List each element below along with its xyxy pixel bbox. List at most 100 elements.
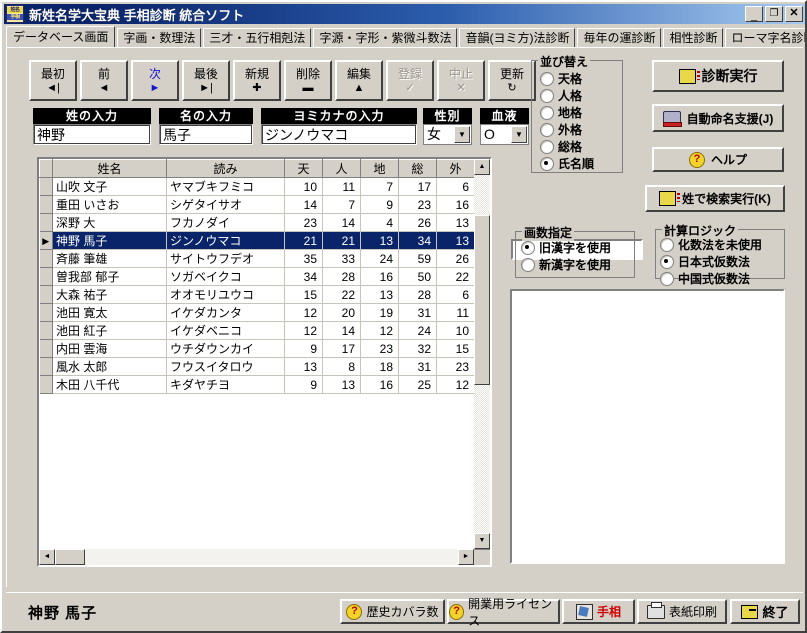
cell-ten: 10	[284, 177, 323, 196]
table-row[interactable]: 曽我部 郁子 ソガベイクコ 34 28 16 50 22	[39, 267, 475, 286]
row-marker[interactable]	[39, 303, 53, 322]
tab-yearly-fortune[interactable]: 毎年の運診断	[577, 28, 662, 47]
grid-vertical-scrollbar[interactable]: ▲ ▼	[474, 159, 490, 565]
row-marker[interactable]	[39, 285, 53, 304]
row-marker[interactable]	[39, 195, 53, 214]
tab-compatibility[interactable]: 相性診断	[663, 28, 724, 47]
nav-refresh-button[interactable]: 更新 ↻	[488, 60, 536, 101]
nav-last-button[interactable]: 最後 ►|	[182, 60, 230, 101]
row-marker[interactable]	[39, 213, 53, 232]
minimize-button[interactable]: _	[745, 6, 763, 22]
table-row[interactable]: 木田 八千代 キダヤチヨ 9 13 16 25 12	[39, 375, 475, 394]
tab-database[interactable]: データベース画面	[6, 26, 116, 47]
row-marker[interactable]: ▶	[39, 231, 53, 250]
logic-option-japanese[interactable]: 日本式仮数法	[660, 253, 784, 270]
diagnose-button[interactable]: 診断実行	[652, 60, 784, 92]
table-row[interactable]: 斉藤 筆雄 サイトウフデオ 35 33 24 59 26	[39, 249, 475, 268]
table-row[interactable]: 内田 雲海 ウチダウンカイ 9 17 23 32 15	[39, 339, 475, 358]
cell-jin: 33	[322, 249, 361, 268]
cell-gai: 12	[436, 375, 475, 394]
table-row[interactable]: 深野 大フカノダイ 23 14 4 26 13	[39, 213, 475, 232]
auto-naming-button[interactable]: 自動命名支援(J)	[652, 104, 784, 132]
nav-edit-button[interactable]: 編集 ▲	[335, 60, 383, 101]
stroke-option-old[interactable]: 旧漢字を使用	[521, 239, 634, 256]
row-marker[interactable]	[39, 375, 53, 394]
status-bar: 神野 馬子 ? 歴史カバラ数 ? 開業用ライセンス 手相 表紙印刷 終了	[6, 592, 803, 629]
sort-option-label: 総格	[558, 140, 583, 154]
scroll-left-button[interactable]: ◄	[39, 549, 55, 565]
row-marker[interactable]	[39, 249, 53, 268]
column-header-chi[interactable]: 地	[360, 159, 399, 178]
scroll-right-button[interactable]: ►	[458, 549, 474, 565]
table-row[interactable]: 池田 寛太 イケダカンタ 12 20 19 31 11	[39, 303, 475, 322]
records-grid[interactable]: 姓名 読み 天 人 地 総 外 山吹 文子 ヤマブキフミコ 10 11 7 17 6 重田 い…	[37, 157, 492, 567]
column-header-yomi[interactable]: 読み	[166, 159, 285, 178]
column-header-ten[interactable]: 天	[284, 159, 323, 178]
hscroll-thumb[interactable]	[55, 549, 85, 565]
yomikana-input[interactable]: ジンノウマコ	[261, 124, 417, 145]
surname-input[interactable]: 神野	[33, 124, 151, 145]
nav-delete-button[interactable]: 削除 ▬	[284, 60, 332, 101]
nav-new-button[interactable]: 新規 ✚	[233, 60, 281, 101]
palm-reading-button[interactable]: 手相	[562, 599, 635, 624]
radio-icon	[540, 71, 554, 86]
nav-first-button[interactable]: 最初 ◄|	[29, 60, 77, 101]
row-marker[interactable]	[39, 177, 53, 196]
chevron-down-icon[interactable]: ▼	[511, 126, 527, 143]
tab-strokes-math[interactable]: 字画・数理法	[117, 28, 202, 47]
givenname-input[interactable]: 馬子	[159, 124, 253, 145]
tab-sansai-gogyo[interactable]: 三才・五行相剋法	[203, 28, 312, 47]
sort-option-jin[interactable]: 人格	[540, 87, 622, 104]
exit-button[interactable]: 終了	[730, 599, 800, 624]
close-button[interactable]: ✕	[785, 6, 803, 22]
search-by-surname-button[interactable]: 姓で検索実行(K)	[645, 185, 785, 212]
nav-prev-button[interactable]: 前 ◄	[80, 60, 128, 101]
sort-option-chi[interactable]: 地格	[540, 104, 622, 121]
tab-jigen-jikei[interactable]: 字源・字形・紫微斗数法	[313, 28, 458, 47]
sort-option-gai[interactable]: 外格	[540, 121, 622, 138]
help-button[interactable]: ? ヘルプ	[652, 147, 784, 172]
row-marker[interactable]	[39, 357, 53, 376]
chevron-down-icon[interactable]: ▼	[454, 126, 470, 143]
sort-option-ten[interactable]: 天格	[540, 70, 622, 87]
tab-onin[interactable]: 音韻(ヨミ方)法診断	[459, 28, 576, 47]
column-header-jin[interactable]: 人	[322, 159, 361, 178]
cell-sou: 31	[398, 303, 437, 322]
table-row[interactable]: 風水 太郎 フウスイタロウ 13 8 18 31 23	[39, 357, 475, 376]
cover-print-button[interactable]: 表紙印刷	[637, 599, 727, 624]
kabbalah-history-button[interactable]: ? 歴史カバラ数	[340, 599, 445, 624]
sort-option-name-order[interactable]: 氏名順	[540, 155, 622, 172]
column-header-sou[interactable]: 総	[398, 159, 437, 178]
client-area: 最初 ◄| 前 ◄ 次 ► 最後 ►| 新規 ✚ 削除 ▬ 編集 ▲ 登録 ✓ …	[6, 47, 803, 587]
givenname-field-group: 名の入力 馬子	[159, 108, 253, 145]
table-row[interactable]: 池田 紅子 イケダベニコ 12 14 12 24 10	[39, 321, 475, 340]
radio-icon	[540, 122, 554, 137]
tab-romaji[interactable]: ローマ字名診断	[725, 28, 805, 47]
scroll-down-button[interactable]: ▼	[474, 533, 490, 549]
table-row[interactable]: ▶ 神野 馬子 ジンノウマコ 21 21 13 34 13	[39, 231, 475, 250]
blood-select[interactable]: O ▼	[480, 124, 529, 145]
table-row[interactable]: 重田 いさお シゲタイサオ 14 7 9 23 16	[39, 195, 475, 214]
hscroll-track[interactable]	[55, 549, 458, 565]
row-marker[interactable]	[39, 339, 53, 358]
business-license-label: 開業用ライセンス	[468, 596, 553, 628]
column-header-gai[interactable]: 外	[436, 159, 475, 178]
sort-option-label: 天格	[558, 72, 583, 86]
maximize-button[interactable]: ❐	[765, 6, 783, 22]
table-row[interactable]: 大森 祐子 オオモリユウコ 15 22 13 28 6	[39, 285, 475, 304]
row-marker[interactable]	[39, 321, 53, 340]
nav-next-button[interactable]: 次 ►	[131, 60, 179, 101]
business-license-button[interactable]: ? 開業用ライセンス	[447, 597, 560, 628]
logic-option-chinese[interactable]: 中国式仮数法	[660, 270, 784, 287]
row-marker[interactable]	[39, 267, 53, 286]
column-header-name[interactable]: 姓名	[52, 159, 167, 178]
cell-ten: 14	[284, 195, 323, 214]
radio-icon	[660, 271, 674, 286]
vscroll-thumb[interactable]	[474, 215, 490, 385]
table-row[interactable]: 山吹 文子 ヤマブキフミコ 10 11 7 17 6	[39, 177, 475, 196]
stroke-option-new[interactable]: 新漢字を使用	[521, 256, 634, 273]
gender-select[interactable]: 女 ▼	[423, 124, 472, 145]
grid-horizontal-scrollbar[interactable]: ◄ ►	[39, 549, 490, 565]
scroll-up-button[interactable]: ▲	[474, 159, 490, 175]
sort-option-sou[interactable]: 総格	[540, 138, 622, 155]
